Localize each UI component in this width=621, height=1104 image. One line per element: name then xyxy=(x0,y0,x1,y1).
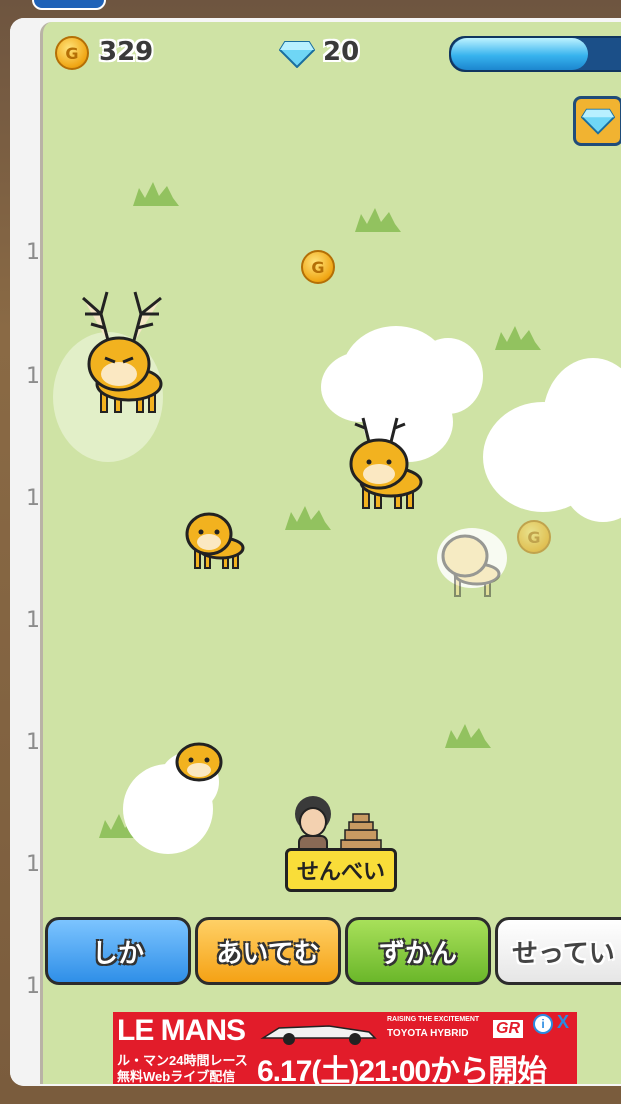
side-number: 1 xyxy=(26,852,40,877)
deer-fawn[interactable] xyxy=(179,506,249,572)
gem-shop-button[interactable] xyxy=(573,96,621,146)
deer-medium-antlers[interactable] xyxy=(339,408,425,512)
side-number: 1 xyxy=(26,364,40,389)
ad-banner[interactable]: LE MANS RAISING THE EXCITEMENT TOYOTA HY… xyxy=(113,1012,577,1084)
energy-bar-fill xyxy=(451,38,588,70)
side-number: 1 xyxy=(26,974,40,999)
grass-tuft xyxy=(495,326,541,350)
ad-line-2: 無料Webライブ配信 xyxy=(117,1069,236,1084)
deer-fawn-cloud[interactable] xyxy=(167,736,231,800)
gem-count: 20 xyxy=(323,37,360,67)
ad-info-icon[interactable]: i xyxy=(533,1014,553,1034)
grass-tuft xyxy=(355,208,401,232)
game-field[interactable]: G 329 20 G G せんべい しか あいてむ ずかん せってい LE MA… xyxy=(40,22,621,1084)
senbei-seller[interactable] xyxy=(283,794,393,854)
app-logo xyxy=(32,0,106,10)
field-coin[interactable]: G xyxy=(301,250,335,284)
energy-bar xyxy=(449,36,621,72)
grass-tuft xyxy=(133,182,179,206)
gem-icon xyxy=(279,41,315,68)
ad-close-icon[interactable]: X xyxy=(557,1012,569,1033)
settings-tab-button[interactable]: せってい xyxy=(495,917,621,985)
ad-date: 6.17(土)21:00から開始 xyxy=(257,1055,547,1084)
side-number: 1 xyxy=(26,608,40,633)
deer-big-antlers[interactable] xyxy=(71,284,181,424)
side-number: 1 xyxy=(26,240,40,265)
grass-tuft xyxy=(285,506,331,530)
zukan-tab-button[interactable]: ずかん xyxy=(345,917,491,985)
ad-tagline-small: RAISING THE EXCITEMENT xyxy=(387,1016,480,1023)
race-car-icon xyxy=(260,1025,377,1045)
ad-brand: LE MANS xyxy=(117,1014,246,1047)
grass-tuft xyxy=(445,724,491,748)
coin-icon: G xyxy=(55,36,89,70)
ad-gr-logo: GR xyxy=(493,1020,523,1038)
side-panel: 1 1 1 1 1 1 1 xyxy=(10,18,40,1086)
ad-tagline-team: TOYOTA HYBRID xyxy=(387,1028,469,1039)
senbei-sign[interactable]: せんべい xyxy=(285,848,397,892)
gem-icon xyxy=(581,108,615,135)
side-number: 1 xyxy=(26,730,40,755)
coin-count: 329 xyxy=(99,37,154,67)
deer-tab-button[interactable]: しか xyxy=(45,917,191,985)
items-tab-button[interactable]: あいてむ xyxy=(195,917,341,985)
deer-fawn-faded[interactable] xyxy=(435,524,505,600)
side-number: 1 xyxy=(26,486,40,511)
field-coin[interactable]: G xyxy=(517,520,551,554)
